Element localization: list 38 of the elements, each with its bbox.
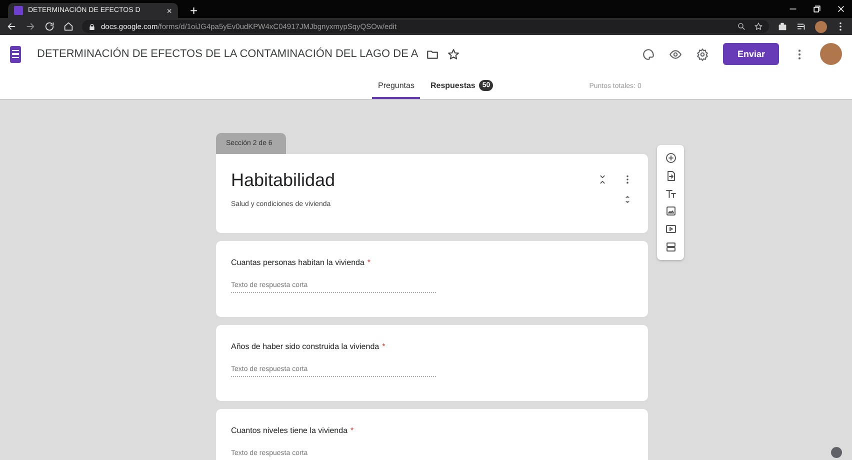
question-title: Cuantas personas habitan la vivienda — [231, 258, 364, 267]
search-icon[interactable] — [737, 22, 746, 31]
restore-icon[interactable] — [812, 4, 822, 14]
question-title: Cuantos niveles tiene la vivienda — [231, 426, 348, 435]
star-icon[interactable] — [447, 48, 460, 60]
forward-arrow-icon[interactable] — [25, 21, 36, 32]
form-title[interactable]: DETERMINACIÓN DE EFECTOS DE LA CONTAMINACIÓN DEL LAGO DE A — [37, 48, 418, 60]
new-tab-button[interactable]: + — [186, 3, 202, 18]
star-icon[interactable] — [754, 22, 763, 31]
required-asterisk: * — [382, 342, 386, 351]
back-arrow-icon[interactable] — [6, 21, 17, 32]
video-icon[interactable] — [664, 223, 676, 236]
collapse-icon[interactable] — [597, 174, 608, 185]
palette-icon[interactable] — [642, 48, 656, 60]
account-avatar[interactable] — [820, 43, 842, 65]
add-circle-icon[interactable] — [664, 152, 676, 164]
section-title[interactable]: Habitabilidad — [231, 170, 597, 191]
profile-avatar[interactable] — [815, 20, 827, 32]
eye-icon[interactable] — [669, 48, 682, 60]
image-icon[interactable] — [664, 205, 676, 218]
send-button[interactable]: Enviar — [723, 43, 779, 65]
home-icon[interactable] — [63, 21, 74, 32]
form-tab[interactable]: Preguntas — [372, 73, 420, 99]
title-text-icon[interactable] — [664, 188, 676, 200]
tab-close-button[interactable]: × — [166, 6, 172, 16]
question-title: Años de haber sido construida la vivienda — [231, 342, 380, 351]
forms-logo-icon[interactable] — [10, 46, 21, 62]
reload-icon[interactable] — [44, 21, 55, 32]
forms-icon — [14, 6, 23, 15]
settings-icon[interactable] — [696, 48, 710, 60]
close-icon[interactable] — [836, 4, 846, 14]
lock-icon — [88, 22, 96, 30]
folder-icon[interactable] — [426, 48, 440, 60]
section-icon[interactable] — [664, 241, 676, 254]
required-asterisk: * — [350, 426, 354, 435]
import-icon[interactable] — [664, 170, 676, 182]
playlist-icon[interactable] — [796, 21, 807, 32]
required-asterisk: * — [367, 258, 371, 267]
